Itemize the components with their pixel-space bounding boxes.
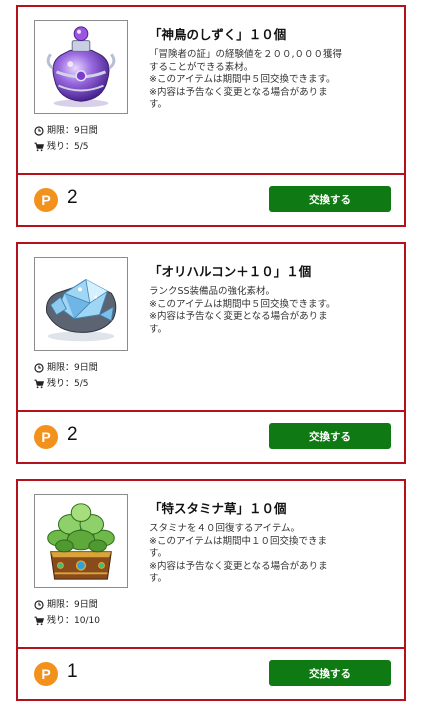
clock-icon bbox=[34, 600, 44, 610]
exchange-button[interactable]: 交換する bbox=[269, 660, 391, 686]
exchange-item-card: 期限：9日間 残り：5/5 「オリハルコン＋１０」１個 ランクSS装備品の強化素… bbox=[16, 242, 406, 464]
exchange-button[interactable]: 交換する bbox=[269, 423, 391, 449]
point-cost: 2 bbox=[67, 424, 78, 445]
item-description: ランクSS装備品の強化素材。 ※このアイテムは期間中５回交換できます。 ※内容は… bbox=[149, 286, 336, 335]
item-stock: 残り：10/10 bbox=[34, 615, 100, 627]
stock-text: 残り：5/5 bbox=[47, 142, 89, 152]
item-info: 期限：9日間 残り：5/5 「オリハルコン＋１０」１個 ランクSS装備品の強化素… bbox=[18, 244, 404, 412]
item-exchange-bar: P 1 交換する bbox=[18, 649, 404, 701]
item-info: 期限：9日間 残り：5/5 「神鳥のしずく」１０個 「冒険者の証」の経験値を２０… bbox=[18, 7, 404, 175]
point-coin-icon: P bbox=[34, 425, 58, 449]
item-description: スタミナを４０回復するアイテム。 ※このアイテムは期間中１０回交換できま す。 … bbox=[149, 523, 328, 584]
point-coin-icon: P bbox=[34, 188, 58, 212]
point-cost: 1 bbox=[67, 661, 78, 682]
item-stock: 残り：5/5 bbox=[34, 141, 89, 153]
item-stock: 残り：5/5 bbox=[34, 378, 89, 390]
point-cost: 2 bbox=[67, 187, 78, 208]
blue-crystal-ore-icon bbox=[45, 278, 117, 342]
purple-potion-bottle-icon bbox=[46, 26, 116, 108]
item-period: 期限：9日間 bbox=[34, 362, 98, 374]
period-text: 期限：9日間 bbox=[47, 363, 98, 373]
cart-icon bbox=[34, 142, 44, 152]
period-text: 期限：9日間 bbox=[47, 126, 98, 136]
cart-icon bbox=[34, 616, 44, 626]
item-image bbox=[34, 20, 128, 114]
item-title: 「神鳥のしずく」１０個 bbox=[149, 27, 287, 42]
item-title: 「特スタミナ草」１０個 bbox=[149, 501, 287, 516]
stock-text: 残り：10/10 bbox=[47, 616, 100, 626]
stock-text: 残り：5/5 bbox=[47, 379, 89, 389]
exchange-item-card: 期限：9日間 残り：10/10 「特スタミナ草」１０個 スタミナを４０回復するア… bbox=[16, 479, 406, 701]
item-image bbox=[34, 257, 128, 351]
item-exchange-bar: P 2 交換する bbox=[18, 175, 404, 227]
clock-icon bbox=[34, 126, 44, 136]
item-image bbox=[34, 494, 128, 588]
point-coin-icon: P bbox=[34, 662, 58, 686]
exchange-item-card: 期限：9日間 残り：5/5 「神鳥のしずく」１０個 「冒険者の証」の経験値を２０… bbox=[16, 5, 406, 227]
cart-icon bbox=[34, 379, 44, 389]
item-exchange-bar: P 2 交換する bbox=[18, 412, 404, 464]
potted-green-herb-icon bbox=[47, 503, 115, 580]
period-text: 期限：9日間 bbox=[47, 600, 98, 610]
exchange-button[interactable]: 交換する bbox=[269, 186, 391, 212]
item-description: 「冒険者の証」の経験値を２００,０００獲得 することができる素材。 ※このアイテ… bbox=[149, 49, 343, 110]
clock-icon bbox=[34, 363, 44, 373]
item-title: 「オリハルコン＋１０」１個 bbox=[149, 264, 312, 279]
item-period: 期限：9日間 bbox=[34, 599, 98, 611]
item-info: 期限：9日間 残り：10/10 「特スタミナ草」１０個 スタミナを４０回復するア… bbox=[18, 481, 404, 649]
item-period: 期限：9日間 bbox=[34, 125, 98, 137]
